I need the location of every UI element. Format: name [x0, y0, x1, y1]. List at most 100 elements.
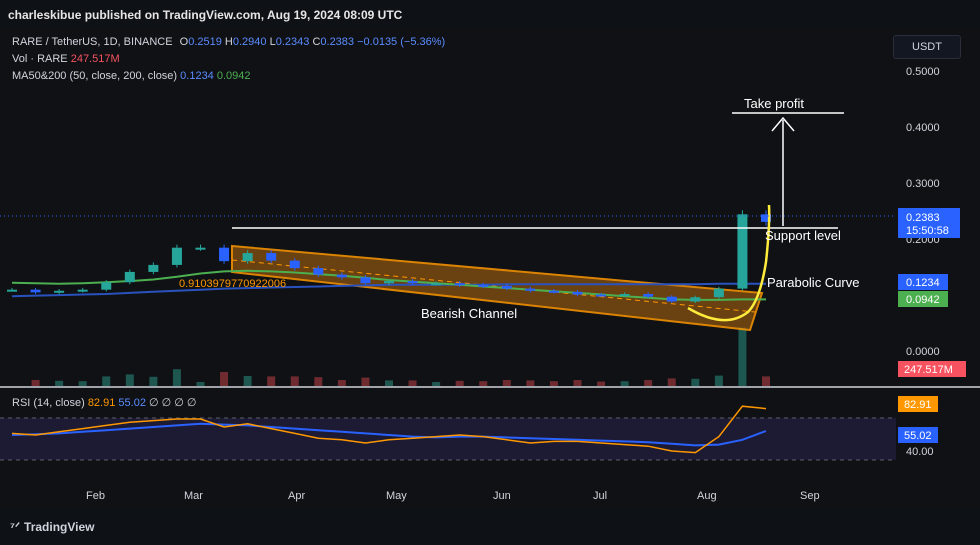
- candle-body: [572, 291, 583, 295]
- rsi-value-tag-text: 82.91: [904, 399, 932, 411]
- tradingview-icon: ⁷ᐟ: [10, 520, 21, 534]
- rsi-band: [0, 418, 896, 460]
- candle-body: [336, 274, 347, 278]
- current-price-value: 0.2383: [906, 212, 940, 224]
- candle-body: [384, 281, 394, 284]
- candle-body: [690, 297, 701, 302]
- ma-legend[interactable]: MA50&200 (50, close, 200, close) 0.1234 …: [12, 70, 251, 82]
- volume-bar: [125, 374, 134, 386]
- volume-bar: [102, 376, 111, 386]
- candle-body: [7, 289, 17, 292]
- candle-body: [54, 290, 65, 293]
- support-level-label: Support level: [765, 228, 841, 243]
- chart-svg[interactable]: Take profit Support level Parabolic Curv…: [0, 28, 980, 508]
- candle-body: [713, 288, 724, 298]
- price-scale[interactable]: 0.5000 0.4000 0.3000 0.2000 0.0000 0.238…: [898, 66, 966, 377]
- open-label: O: [179, 36, 189, 48]
- candle-body: [596, 294, 607, 297]
- rsi-value: 82.91: [87, 397, 116, 409]
- volume-bar: [667, 378, 676, 386]
- volume-legend[interactable]: Vol · RARE 247.517M: [12, 53, 120, 65]
- bearish-channel-label: Bearish Channel: [421, 306, 517, 321]
- price-tick: 0.0000: [906, 346, 940, 358]
- candle-body: [289, 260, 300, 269]
- currency-button[interactable]: USDT: [893, 35, 961, 59]
- rsi-label: RSI (14, close): [12, 397, 85, 409]
- open-value: 0.2519: [188, 36, 222, 48]
- rsi-na-values: ∅ ∅ ∅ ∅: [149, 397, 197, 409]
- price-tick: 0.5000: [906, 66, 940, 78]
- rsi-ma-value: 55.02: [118, 397, 146, 409]
- candle-body: [643, 294, 654, 297]
- volume-tag-value: 247.517M: [904, 364, 953, 376]
- symbol-legend[interactable]: RARE / TetherUS, 1D, BINANCE O0.2519 H0.…: [12, 36, 445, 48]
- candle-body: [101, 282, 112, 290]
- rsi-tick: 40.00: [906, 446, 934, 458]
- volume-value: 247.517M: [70, 53, 120, 65]
- publisher-text: charleskibue published on TradingView.co…: [8, 8, 403, 22]
- rsi-ma-tag-text: 55.02: [904, 430, 932, 442]
- change-value: −0.0135 (−5.36%): [357, 36, 446, 48]
- volume-bar: [620, 381, 629, 386]
- volume-bar: [432, 382, 441, 386]
- volume-bar: [385, 380, 393, 386]
- candle-body: [195, 247, 206, 250]
- price-tick: 0.3000: [906, 178, 940, 190]
- rsi-scale[interactable]: 82.91 55.02 40.00: [898, 396, 938, 458]
- ma200-value: 0.0942: [216, 70, 251, 82]
- price-tick: 0.4000: [906, 122, 940, 134]
- volume-bar: [337, 380, 346, 386]
- tradingview-logo: ⁷ᐟ TradingView: [10, 520, 95, 534]
- candle-body: [478, 284, 489, 287]
- candle-body: [313, 268, 324, 275]
- candle-body: [124, 271, 135, 283]
- time-tick: May: [386, 490, 407, 502]
- time-axis[interactable]: Feb Mar Apr May Jun Jul Aug Sep: [86, 490, 820, 502]
- rsi-legend[interactable]: RSI (14, close) 82.91 55.02 ∅ ∅ ∅ ∅: [12, 396, 197, 409]
- candle-body: [666, 296, 677, 302]
- candle-body: [148, 264, 159, 272]
- candle-body: [454, 283, 465, 286]
- volume-bar: [314, 377, 323, 386]
- footer-bar: ⁷ᐟ TradingView: [0, 508, 980, 545]
- candle-body: [219, 247, 230, 262]
- volume-bar: [290, 376, 299, 386]
- take-profit-label: Take profit: [744, 96, 804, 111]
- chart-container[interactable]: Take profit Support level Parabolic Curv…: [0, 28, 980, 508]
- candle-body: [266, 253, 277, 261]
- time-tick: Mar: [184, 490, 203, 502]
- volume-bar: [714, 375, 723, 386]
- volume-bar: [502, 380, 511, 386]
- candle-body: [242, 253, 253, 262]
- candle-body: [431, 283, 442, 286]
- volume-bar: [267, 376, 276, 386]
- ma50-tag-value: 0.1234: [906, 277, 940, 289]
- ma200-tag-value: 0.0942: [906, 294, 940, 306]
- candle-body: [171, 247, 182, 265]
- volume-bar: [479, 381, 488, 386]
- fib-level-label: 0.9103979770922006: [179, 278, 286, 290]
- ma-label: MA50&200 (50, close, 200, close): [12, 70, 178, 82]
- ma50-value: 0.1234: [180, 70, 214, 82]
- volume-bar: [149, 376, 158, 386]
- volume-bar: [762, 376, 770, 386]
- candle-body: [30, 289, 41, 293]
- volume-bar: [408, 380, 417, 386]
- candle-body: [737, 214, 748, 289]
- volume-bar: [243, 376, 252, 386]
- high-label: H: [224, 36, 233, 48]
- volume-bar: [78, 381, 87, 386]
- volume-bar: [31, 380, 40, 386]
- volume-label: Vol · RARE: [12, 53, 68, 65]
- publisher-bar: charleskibue published on TradingView.co…: [0, 0, 980, 28]
- candle-body: [77, 289, 88, 292]
- volume-bar: [597, 381, 606, 386]
- candle-body: [360, 277, 371, 284]
- symbol-name: RARE / TetherUS, 1D, BINANCE: [12, 36, 173, 48]
- volume-bar: [172, 369, 181, 386]
- time-tick: Feb: [86, 490, 105, 502]
- volume-bars: [31, 326, 770, 386]
- candle-body: [525, 288, 536, 291]
- volume-bar: [691, 378, 700, 386]
- time-tick: Apr: [288, 490, 305, 502]
